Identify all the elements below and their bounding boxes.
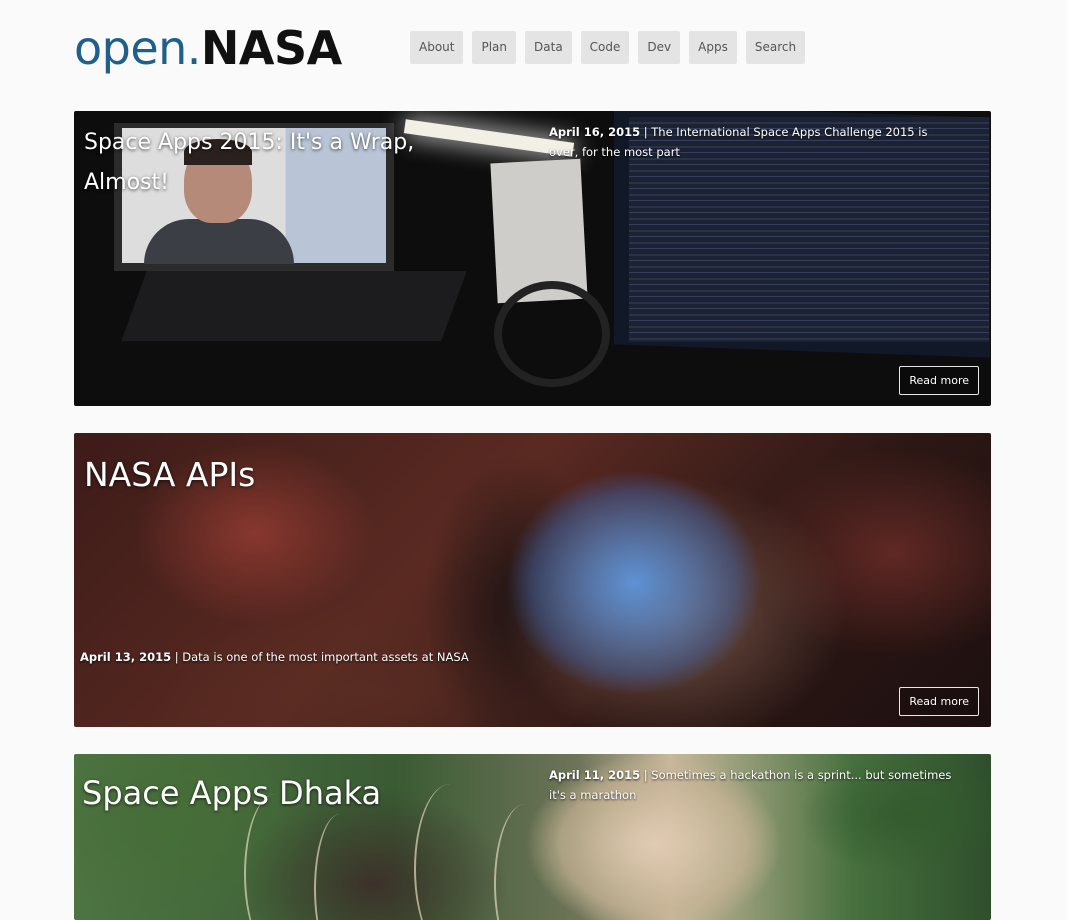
post-card[interactable]: Space Apps Dhaka April 11, 2015 | Someti… (74, 754, 991, 920)
read-more-button[interactable]: Read more (899, 366, 979, 395)
post-date: April 11, 2015 (549, 768, 641, 782)
logo-open-text: open. (74, 21, 201, 75)
read-more-button[interactable]: Read more (899, 687, 979, 716)
site-logo[interactable]: open.NASA (74, 20, 342, 76)
nav-apps[interactable]: Apps (689, 31, 737, 64)
headset-shape (494, 281, 610, 387)
river-line (314, 814, 366, 920)
post-card[interactable]: Space Apps 2015: It's a Wrap, Almost! Ap… (74, 111, 991, 406)
post-card[interactable]: NASA APIs April 13, 2015 | Data is one o… (74, 433, 991, 727)
post-date: April 13, 2015 (80, 650, 172, 664)
keyboard-shape (121, 271, 467, 341)
post-title[interactable]: NASA APIs (84, 453, 255, 497)
post-date: April 16, 2015 (549, 125, 641, 139)
page: open.NASA About Plan Data Code Dev Apps … (0, 0, 1067, 920)
river-line (494, 804, 556, 920)
post-summary: Data is one of the most important assets… (182, 650, 469, 664)
post-meta: April 16, 2015 | The International Space… (549, 125, 928, 159)
nav-data[interactable]: Data (525, 31, 572, 64)
nav-dev[interactable]: Dev (638, 31, 681, 64)
post-title[interactable]: Space Apps 2015: It's a Wrap, Almost! (84, 123, 444, 203)
nav-plan[interactable]: Plan (472, 31, 517, 64)
post-title[interactable]: Space Apps Dhaka (82, 772, 381, 814)
post-meta: April 11, 2015 | Sometimes a hackathon i… (549, 768, 952, 802)
post-meta: April 13, 2015 | Data is one of the most… (80, 650, 469, 664)
river-line (414, 784, 486, 920)
nav-search[interactable]: Search (745, 31, 806, 64)
nav-code[interactable]: Code (580, 31, 630, 64)
nav-about[interactable]: About (410, 31, 464, 64)
logo-nasa-text: NASA (200, 21, 342, 75)
person-shirt (144, 219, 294, 264)
main-nav: About Plan Data Code Dev Apps Search (410, 31, 806, 64)
